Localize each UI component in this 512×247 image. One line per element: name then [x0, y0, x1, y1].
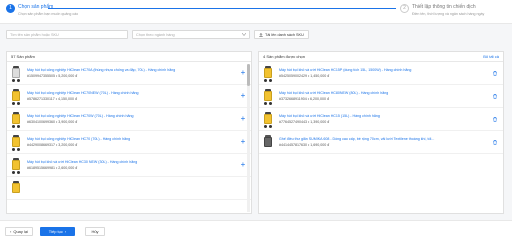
back-label: Quay lại	[13, 229, 29, 234]
back-button[interactable]: ‹ Quay lại	[5, 227, 33, 236]
product-name[interactable]: Máy hút bụi công nghiệp HiClean HC70 (70…	[27, 137, 239, 142]
product-name[interactable]: Ghế điều thư giãn SUMIKA 608 - Dòng cao …	[279, 137, 491, 142]
product-name[interactable]: Máy hút bụi khô và ướt HiClean HC30 NEW …	[27, 160, 239, 165]
product-row[interactable]	[7, 177, 251, 200]
trash-icon[interactable]	[491, 116, 499, 122]
scrollbar-thumb[interactable]	[247, 64, 250, 86]
step-2-subtitle: Điền tên, thời lượng và ngân sách hàng n…	[412, 12, 485, 16]
product-name[interactable]: Máy hút bụi công nghiệp HiClean HC70NEW …	[27, 91, 239, 96]
product-thumbnail	[11, 157, 21, 174]
chevron-down-icon	[242, 33, 246, 36]
category-placeholder: Chọn theo ngành hàng	[136, 32, 175, 37]
add-icon[interactable]: +	[239, 69, 247, 77]
search-placeholder: Tìm tên sản phẩm hoặc SKU	[10, 32, 59, 37]
selected-product-row: Máy hút bụi khô và ướt HiClean HC15P (du…	[259, 62, 503, 85]
product-sku-price: #5425059002429 • 1,450,000 đ	[279, 74, 330, 79]
product-name[interactable]: Máy hút bụi khô và ướt HiClean HC80NEW (…	[279, 91, 491, 96]
product-thumbnail	[263, 111, 273, 128]
step-header: 1 Chọn sản phẩm Chọn sản phẩm bạn muốn q…	[0, 0, 512, 24]
add-icon[interactable]: +	[239, 161, 247, 169]
footer-bar: ‹ Quay lại Tiếp tục › Hủy	[0, 220, 512, 247]
product-sku-price: #4414457817630 • 1,690,000 đ	[279, 143, 330, 148]
cancel-button[interactable]: Hủy	[85, 227, 105, 236]
selected-product-row: Máy hút bụi khô và ướt HiClean HC15 (15L…	[259, 108, 503, 131]
add-icon[interactable]: +	[239, 115, 247, 123]
product-sku-price: #5786271330117 • 4,150,000 đ	[27, 97, 77, 102]
product-list-header: 57 Sản phẩm	[7, 52, 251, 62]
product-sku-price: #6189515669981 • 2,600,000 đ	[27, 166, 78, 171]
product-name[interactable]: Máy hút bụi khô và ướt HiClean HC15P (du…	[279, 68, 491, 73]
product-thumbnail	[11, 65, 21, 82]
selected-products-header: 4 Sản phẩm được chọn Bỏ tất cả	[259, 52, 503, 62]
selected-count: 4 Sản phẩm được chọn	[263, 54, 305, 59]
trash-icon[interactable]	[491, 70, 499, 76]
product-sku-price: #4429008669317 • 3,200,000 đ	[27, 143, 78, 148]
product-name[interactable]: Máy hút bụi công nghiệp HiClean HC70W (7…	[27, 114, 239, 119]
product-sku-price: #6304100699360 • 3,900,000 đ	[27, 120, 78, 125]
product-list-scrollbar[interactable]	[247, 64, 250, 212]
upload-sku-label: Tải lên danh sách SKU	[265, 32, 304, 37]
product-row[interactable]: Máy hút bụi công nghiệp HiClean HC70W (7…	[7, 108, 251, 131]
next-label: Tiếp tục	[48, 229, 63, 234]
product-row[interactable]: Máy hút bụi khô và ướt HiClean HC30 NEW …	[7, 154, 251, 177]
product-sku-price: #1509947355505 • 5,200,000 đ	[27, 74, 78, 79]
product-thumbnail	[263, 134, 273, 151]
step-1-number: 1	[6, 4, 15, 13]
product-thumbnail	[11, 88, 21, 105]
step-1-title: Chọn sản phẩm	[18, 4, 54, 10]
selected-product-row: Ghế điều thư giãn SUMIKA 608 - Dòng cao …	[259, 131, 503, 154]
product-list: Máy hút bụi công nghiệp HiClean HC70A (t…	[7, 62, 251, 214]
add-icon[interactable]: +	[239, 138, 247, 146]
product-count: 57 Sản phẩm	[11, 54, 35, 59]
product-sku-price: #3732668911904 • 6,200,000 đ	[279, 97, 329, 102]
cancel-label: Hủy	[91, 229, 99, 234]
add-icon[interactable]: +	[239, 92, 247, 100]
step-1-subtitle: Chọn sản phẩm bạn muốn quảng cáo	[18, 12, 79, 16]
product-thumbnail	[11, 180, 21, 197]
step-progress-line	[48, 8, 396, 9]
next-button[interactable]: Tiếp tục ›	[40, 227, 75, 236]
step-1: 1 Chọn sản phẩm Chọn sản phẩm bạn muốn q…	[6, 4, 78, 16]
selected-product-row: Máy hút bụi khô và ướt HiClean HC80NEW (…	[259, 85, 503, 108]
product-search-input[interactable]: Tìm tên sản phẩm hoặc SKU	[6, 30, 128, 39]
upload-icon	[259, 32, 263, 37]
step-2: 2 Thiết lập thông tin chiến dịch Điền tê…	[400, 4, 484, 16]
selected-products-panel: 4 Sản phẩm được chọn Bỏ tất cả Máy hút b…	[258, 51, 504, 214]
upload-sku-button[interactable]: Tải lên danh sách SKU	[254, 30, 309, 39]
step-2-title: Thiết lập thông tin chiến dịch	[412, 4, 476, 10]
filter-bar: Tìm tên sản phẩm hoặc SKU Chọn theo ngàn…	[6, 30, 309, 39]
product-thumbnail	[263, 65, 273, 82]
product-thumbnail	[11, 111, 21, 128]
product-row[interactable]: Máy hút bụi công nghiệp HiClean HC70A (t…	[7, 62, 251, 85]
chevron-right-icon: ›	[64, 229, 67, 234]
product-row[interactable]: Máy hút bụi công nghiệp HiClean HC70NEW …	[7, 85, 251, 108]
step-2-number: 2	[400, 4, 409, 13]
product-row[interactable]: Máy hút bụi công nghiệp HiClean HC70 (70…	[7, 131, 251, 154]
trash-icon[interactable]	[491, 93, 499, 99]
category-select[interactable]: Chọn theo ngành hàng	[132, 30, 250, 39]
product-thumbnail	[11, 134, 21, 151]
trash-icon[interactable]	[491, 139, 499, 145]
product-list-panel: 57 Sản phẩm Máy hút bụi công nghiệp HiCl…	[6, 51, 252, 214]
product-thumbnail	[263, 88, 273, 105]
chevron-left-icon: ‹	[9, 229, 12, 234]
clear-all-link[interactable]: Bỏ tất cả	[483, 52, 499, 61]
selected-product-list: Máy hút bụi khô và ướt HiClean HC15P (du…	[259, 62, 503, 214]
product-sku-price: #7764527490443 • 1,390,000 đ	[279, 120, 330, 125]
product-name[interactable]: Máy hút bụi khô và ướt HiClean HC15 (15L…	[279, 114, 491, 119]
product-name[interactable]: Máy hút bụi công nghiệp HiClean HC70A (t…	[27, 68, 239, 73]
